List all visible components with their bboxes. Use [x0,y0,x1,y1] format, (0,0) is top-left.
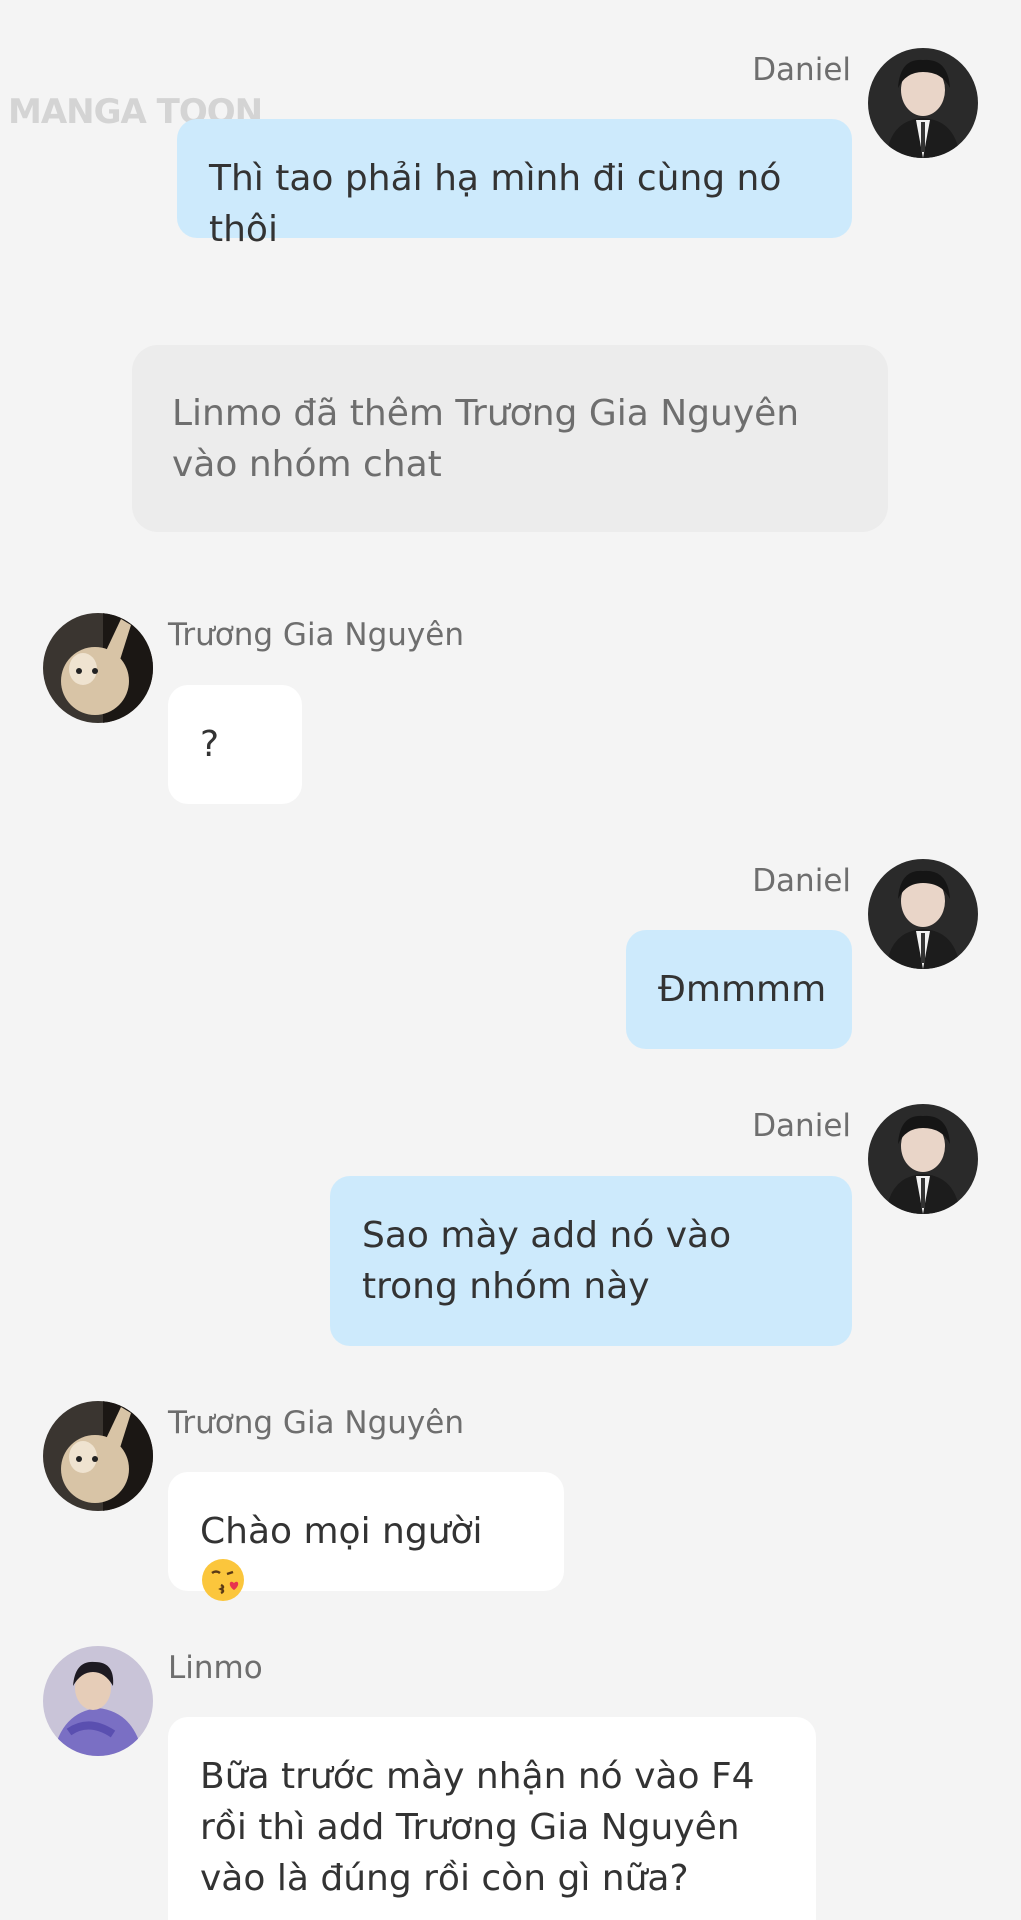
avatar-daniel[interactable] [868,859,978,969]
avatar-truong-gia-nguyen[interactable] [43,613,153,723]
sender-name: Daniel [752,863,851,899]
sender-name: Trương Gia Nguyên [168,617,464,653]
message-bubble[interactable]: Thì tao phải hạ mình đi cùng nó thôi [177,119,852,250]
system-notice: Linmo đã thêm Trương Gia Nguyên vào nhóm… [132,345,888,532]
avatar-daniel[interactable] [868,1104,978,1214]
message-text: ? [200,724,220,765]
kissing-face-emoji-icon [200,1557,246,1617]
message-bubble[interactable]: Sao mày add nó vào trong nhóm này [330,1176,852,1346]
message-bubble[interactable]: Chào mọi người [168,1472,564,1601]
sender-name: Daniel [752,52,851,88]
sender-name: Daniel [752,1108,851,1144]
sender-name: Trương Gia Nguyên [168,1405,464,1441]
sender-name: Linmo [168,1650,263,1686]
avatar-truong-gia-nguyen[interactable] [43,1401,153,1511]
message-bubble[interactable]: Bữa trước mày nhận nó vào F4 rồi thì add… [168,1717,816,1920]
message-text: Bữa trước mày nhận nó vào F4 rồi thì add… [200,1756,755,1899]
message-text: Sao mày add nó vào trong nhóm này [362,1215,732,1307]
avatar-daniel[interactable] [868,48,978,158]
message-bubble[interactable]: ? [168,685,302,804]
message-bubble[interactable]: Đmmmm [626,930,852,1049]
system-notice-text: Linmo đã thêm Trương Gia Nguyên vào nhóm… [172,393,800,485]
message-text: Thì tao phải hạ mình đi cùng nó thôi [209,158,782,250]
avatar-linmo[interactable] [43,1646,153,1756]
message-text: Đmmmm [658,969,827,1010]
message-text: Chào mọi người [200,1511,483,1552]
